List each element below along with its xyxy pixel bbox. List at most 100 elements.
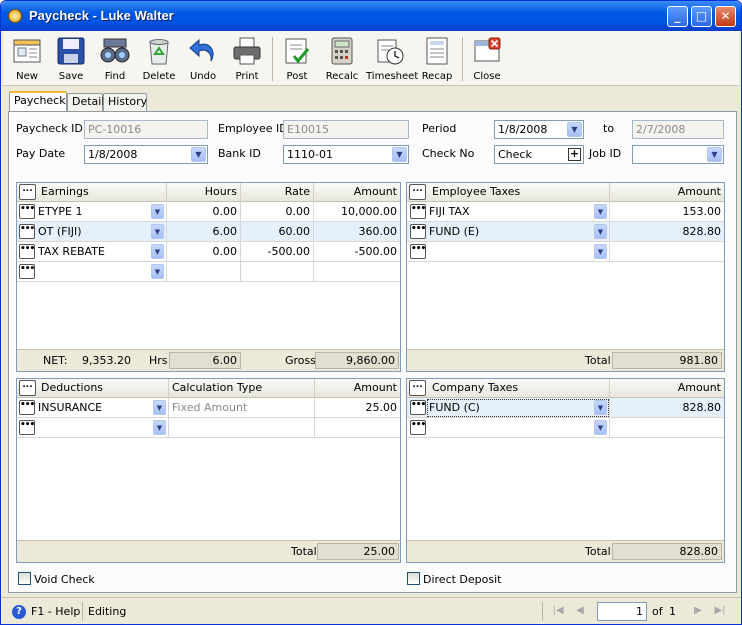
check-no-field[interactable]: Check + [494,145,584,164]
amount-cell[interactable]: 828.80 [610,398,724,418]
table-row[interactable]: ••• TAX REBATE ▼ 0.00 -500.00 -500.00 [17,242,400,262]
table-row[interactable]: ••• FIJI TAX ▼ 153.00 [407,202,724,222]
tab-history[interactable]: History [103,93,147,111]
void-check-checkbox[interactable] [18,572,31,585]
period-from-field[interactable]: 1/8/2008 ▼ [494,120,584,139]
print-button[interactable]: Print [225,33,269,85]
paycheck-id-field[interactable]: PC-10016 [84,120,208,139]
chevron-down-icon[interactable]: ▼ [151,264,164,279]
pay-date-field[interactable]: 1/8/2008 ▼ [84,145,208,164]
help-icon[interactable]: ? [12,605,26,619]
deduction-cell[interactable]: INSURANCE [35,398,169,418]
amount-cell[interactable]: 153.00 [610,202,724,222]
earning-cell[interactable]: TAX REBATE [35,242,167,262]
new-row[interactable]: ••• ▼ [407,418,724,438]
timesheet-button[interactable]: Timesheet [366,33,418,85]
close-window-button[interactable]: ✕ [715,6,736,27]
chevron-down-icon[interactable]: ▼ [594,204,607,219]
recap-button[interactable]: Recap [415,33,459,85]
more-icon[interactable]: ••• [19,244,35,259]
help-text[interactable]: F1 - Help [31,605,80,618]
chevron-down-icon[interactable]: ▼ [594,244,607,259]
earning-cell[interactable]: ETYPE 1 [35,202,167,222]
table-row[interactable]: ••• OT (FIJI) ▼ 6.00 60.00 360.00 [17,222,400,242]
amount-cell[interactable]: -500.00 [314,242,400,262]
amount-cell[interactable] [315,418,400,438]
new-row[interactable]: ••• ▼ [407,242,724,262]
more-icon[interactable]: ••• [410,420,426,435]
earning-cell[interactable] [35,262,167,282]
tax-cell[interactable]: FUND (C) [426,398,610,418]
table-row[interactable]: ••• FUND (E) ▼ 828.80 [407,222,724,242]
amount-cell[interactable]: 10,000.00 [314,202,400,222]
earning-cell[interactable]: OT (FIJI) [35,222,167,242]
chevron-down-icon[interactable]: ▼ [594,224,607,239]
amount-cell[interactable] [610,242,724,262]
calculation-type-cell[interactable] [169,418,315,438]
chevron-down-icon[interactable]: ▼ [594,420,607,435]
page-number-input[interactable]: 1 [597,602,647,621]
direct-deposit-checkbox[interactable] [407,572,420,585]
chevron-down-icon[interactable]: ▼ [594,400,607,415]
delete-button[interactable]: Delete [137,33,181,85]
maximize-button[interactable]: □ [691,6,712,27]
more-icon[interactable]: ••• [19,264,35,279]
amount-cell[interactable]: 360.00 [314,222,400,242]
more-icon[interactable]: ... [19,380,36,396]
chevron-down-icon[interactable]: ▼ [153,400,166,415]
chevron-down-icon[interactable]: ▼ [151,244,164,259]
chevron-down-icon[interactable]: ▼ [707,147,722,162]
more-icon[interactable]: ••• [410,400,426,415]
close-button[interactable]: Close [465,33,509,85]
more-icon[interactable]: ••• [19,400,35,415]
new-row[interactable]: ••• ▼ [17,418,400,438]
first-page-icon[interactable]: |◀ [550,603,566,619]
chevron-down-icon[interactable]: ▼ [191,147,206,162]
amount-cell[interactable] [610,418,724,438]
period-to-field[interactable]: 2/7/2008 [632,120,724,139]
save-button[interactable]: Save [49,33,93,85]
table-row[interactable]: ••• FUND (C) ▼ 828.80 [407,398,724,418]
chevron-down-icon[interactable]: ▼ [151,224,164,239]
previous-page-icon[interactable]: ◀ [572,603,588,619]
hours-cell[interactable]: 0.00 [167,202,241,222]
job-id-field[interactable]: ▼ [632,145,724,164]
undo-button[interactable]: Undo [181,33,225,85]
tax-cell[interactable]: FUND (E) [426,222,610,242]
tax-cell[interactable] [426,418,610,438]
hours-cell[interactable]: 0.00 [167,242,241,262]
deduction-cell[interactable] [35,418,169,438]
employee-id-field[interactable]: E10015 [283,120,409,139]
table-row[interactable]: ••• INSURANCE ▼ Fixed Amount 25.00 [17,398,400,418]
find-button[interactable]: Find [93,33,137,85]
tax-cell[interactable] [426,242,610,262]
calculation-type-cell[interactable]: Fixed Amount [169,398,315,418]
next-page-icon[interactable]: ▶ [690,603,706,619]
chevron-down-icon[interactable]: ▼ [153,420,166,435]
title-bar[interactable]: Paycheck - Luke Walter _ □ ✕ [1,1,741,31]
rate-cell[interactable]: 0.00 [241,202,314,222]
last-page-icon[interactable]: ▶| [712,603,728,619]
more-icon[interactable]: ••• [410,244,426,259]
tab-detail[interactable]: Detail [67,93,104,111]
new-row[interactable]: ••• ▼ [17,262,400,282]
rate-cell[interactable] [241,262,314,282]
chevron-down-icon[interactable]: ▼ [151,204,164,219]
new-button[interactable]: New [5,33,49,85]
amount-cell[interactable] [314,262,400,282]
hours-cell[interactable] [167,262,241,282]
plus-icon[interactable]: + [568,148,581,161]
more-icon[interactable]: ... [409,380,426,396]
amount-cell[interactable]: 25.00 [315,398,400,418]
amount-cell[interactable]: 828.80 [610,222,724,242]
more-icon[interactable]: ••• [19,420,35,435]
post-button[interactable]: Post [275,33,319,85]
chevron-down-icon[interactable]: ▼ [567,122,582,137]
more-icon[interactable]: ••• [19,204,35,219]
rate-cell[interactable]: 60.00 [241,222,314,242]
minimize-button[interactable]: _ [667,6,688,27]
recalc-button[interactable]: Recalc [320,33,364,85]
more-icon[interactable]: ... [409,184,426,200]
more-icon[interactable]: ••• [410,224,426,239]
bank-id-field[interactable]: 1110-01 ▼ [283,145,409,164]
